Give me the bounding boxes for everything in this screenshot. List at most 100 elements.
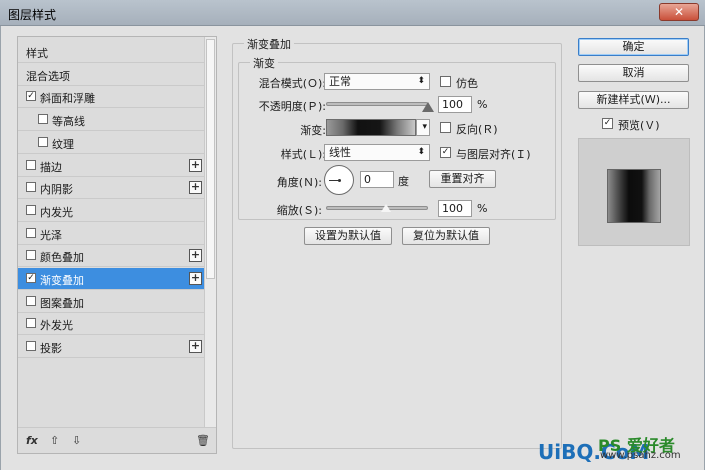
preview-thumbnail	[607, 169, 661, 223]
opacity-input[interactable]: 100	[438, 96, 472, 113]
style-select[interactable]: 线性 ⬍	[324, 144, 430, 161]
reverse-checkbox[interactable]	[440, 122, 451, 133]
style-list-item[interactable]: 等高线	[18, 109, 204, 132]
section-title: 渐变叠加	[244, 36, 294, 52]
preview-checkbox[interactable]: ✓	[602, 118, 613, 129]
gradient-label: 渐变:	[300, 124, 326, 137]
add-effect-icon[interactable]: +	[189, 340, 202, 354]
opacity-unit: %	[477, 98, 488, 111]
close-button[interactable]: ✕	[659, 3, 699, 21]
style-list-item[interactable]: 图案叠加	[18, 291, 204, 313]
style-checkbox[interactable]	[26, 227, 36, 238]
new-style-button[interactable]: 新建样式(Ｗ)...	[578, 91, 689, 109]
trash-icon[interactable]: 🗑	[196, 434, 210, 447]
style-list-item[interactable]: 颜色叠加 +	[18, 245, 204, 268]
style-label: 样式(Ｌ):	[280, 148, 326, 161]
angle-input[interactable]: 0	[360, 171, 394, 188]
select-arrow-icon: ⬍	[417, 147, 425, 157]
style-item-label: 斜面和浮雕	[40, 92, 95, 106]
style-list-item[interactable]: 描边 +	[18, 155, 204, 177]
dialog-body: 样式混合选项 ✓ 斜面和浮雕等高线纹理描边 + 内阴影 + 内发光光泽颜色叠加 + ✓ 渐变叠加 +…	[0, 26, 705, 470]
style-list-item[interactable]: 样式	[18, 41, 204, 63]
scale-input[interactable]: 100	[438, 200, 472, 217]
blend-mode-value: 正常	[329, 75, 351, 88]
reset-default-button[interactable]: 复位为默认值	[402, 227, 490, 245]
angle-dial[interactable]	[324, 165, 354, 195]
style-list-item[interactable]: ✓ 渐变叠加 +	[18, 268, 204, 290]
scale-unit: %	[477, 202, 488, 215]
scrollbar-thumb[interactable]	[206, 39, 215, 279]
dither-label: 仿色	[456, 77, 478, 90]
window-title: 图层样式	[8, 8, 57, 22]
action-column: 确定 取消 新建样式(Ｗ)... ✓ 预览(Ｖ)	[578, 36, 691, 454]
style-preview	[578, 138, 690, 246]
style-list-item[interactable]: 投影 +	[18, 336, 204, 359]
opacity-slider[interactable]	[326, 102, 428, 106]
add-effect-icon[interactable]: +	[189, 181, 202, 195]
gradient-swatch[interactable]	[326, 119, 416, 136]
opacity-label: 不透明度(Ｐ):	[258, 100, 326, 113]
move-up-icon[interactable]: ⇧	[50, 434, 59, 447]
gradient-dropdown[interactable]: ▾	[416, 119, 430, 136]
watermark: UiBQ.CoM PS 爱好者 www.psahz.com	[538, 434, 698, 464]
reset-align-button[interactable]: 重置对齐	[429, 170, 496, 188]
scale-label: 缩放(Ｓ):	[276, 204, 322, 217]
move-down-icon[interactable]: ⇩	[72, 434, 81, 447]
style-checkbox[interactable]	[38, 136, 48, 147]
style-item-label: 等高线	[52, 115, 85, 129]
reverse-label: 反向(Ｒ)	[456, 123, 498, 136]
style-checkbox[interactable]	[26, 318, 36, 329]
style-item-label: 描边	[40, 160, 62, 174]
cancel-button[interactable]: 取消	[578, 64, 689, 82]
style-list-panel: 样式混合选项 ✓ 斜面和浮雕等高线纹理描边 + 内阴影 + 内发光光泽颜色叠加 + ✓ 渐变叠加 +…	[17, 36, 217, 454]
chevron-down-icon: ▾	[422, 122, 427, 132]
style-checkbox[interactable]: ✓	[26, 273, 36, 283]
style-checkbox[interactable]	[26, 159, 36, 170]
preview-label: 预览(Ｖ)	[618, 119, 660, 132]
scale-slider[interactable]	[326, 206, 428, 210]
style-checkbox[interactable]	[26, 341, 36, 352]
style-item-label: 颜色叠加	[40, 251, 84, 265]
style-list-footer: fx ⇧ ⇩ 🗑	[18, 427, 216, 453]
add-effect-icon[interactable]: +	[189, 158, 202, 172]
blend-mode-select[interactable]: 正常 ⬍	[324, 73, 430, 90]
style-item-label: 纹理	[52, 137, 74, 151]
gradient-group-title: 渐变	[250, 55, 278, 71]
style-list-item[interactable]: 内阴影 +	[18, 177, 204, 200]
align-with-layer-checkbox[interactable]: ✓	[440, 147, 451, 158]
style-item-label: 样式	[26, 47, 48, 60]
style-item-label: 内阴影	[40, 183, 73, 197]
style-list-item[interactable]: 纹理	[18, 132, 204, 154]
style-item-label: 图案叠加	[40, 296, 84, 310]
style-list-item[interactable]: 混合选项	[18, 64, 204, 86]
angle-center-dot	[338, 179, 341, 182]
style-list-item[interactable]: 外发光	[18, 313, 204, 336]
align-with-layer-label: 与图层对齐(Ｉ)	[456, 148, 531, 161]
angle-unit: 度	[398, 175, 409, 188]
watermark-site: www.psahz.com	[600, 450, 681, 461]
style-checkbox[interactable]	[26, 295, 36, 306]
add-effect-icon[interactable]: +	[189, 272, 202, 285]
dither-checkbox[interactable]	[440, 76, 451, 87]
style-list-scrollbar[interactable]	[204, 37, 216, 427]
opacity-slider-handle[interactable]	[422, 102, 434, 112]
fx-icon[interactable]: fx	[26, 434, 38, 447]
style-list-item[interactable]: 内发光	[18, 200, 204, 222]
style-checkbox[interactable]	[26, 204, 36, 215]
style-item-label: 混合选项	[26, 69, 70, 83]
style-checkbox[interactable]	[26, 250, 36, 261]
scale-slider-handle[interactable]	[381, 204, 392, 212]
style-list-item[interactable]: 光泽	[18, 223, 204, 245]
add-effect-icon[interactable]: +	[189, 249, 202, 263]
gradient-overlay-panel: 渐变叠加 渐变 混合模式(Ｏ): 正常 ⬍ 仿色 不透明度(Ｐ): 100 % …	[232, 36, 562, 454]
style-checkbox[interactable]	[38, 114, 48, 125]
style-list-item[interactable]: ✓ 斜面和浮雕	[18, 86, 204, 109]
style-item-label: 外发光	[40, 319, 73, 333]
make-default-button[interactable]: 设置为默认值	[304, 227, 392, 245]
title-bar: 图层样式 ✕	[0, 0, 705, 26]
style-checkbox[interactable]	[26, 182, 36, 193]
style-item-label: 渐变叠加	[40, 274, 84, 287]
ok-button[interactable]: 确定	[578, 38, 689, 56]
style-item-label: 内发光	[40, 205, 73, 219]
style-checkbox[interactable]: ✓	[26, 91, 36, 102]
